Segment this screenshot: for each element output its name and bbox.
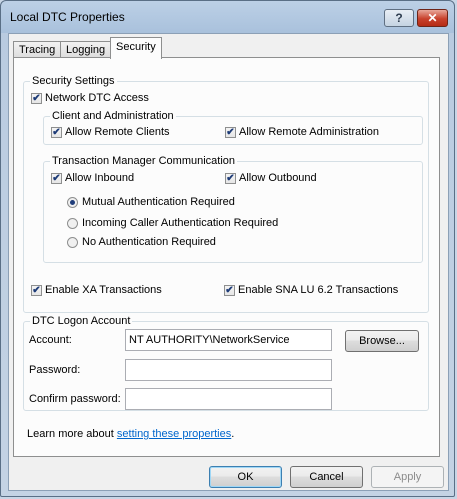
client-admin-legend: Client and Administration (50, 109, 176, 123)
apply-button[interactable]: Apply (371, 466, 444, 488)
account-label: Account: (29, 334, 72, 346)
checkbox-check-icon: ✔ (51, 172, 62, 184)
enable-sna-label: Enable SNA LU 6.2 Transactions (238, 284, 399, 296)
radio-unselected-icon (67, 236, 78, 248)
allow-inbound-checkbox[interactable]: ✔ Allow Inbound (51, 172, 134, 184)
dialog-client-area: Tracing Logging Security Security Settin… (8, 33, 449, 491)
account-input[interactable] (125, 329, 332, 351)
allow-remote-admin-label: Allow Remote Administration (239, 126, 380, 138)
learn-more-text: Learn more about setting these propertie… (27, 428, 234, 440)
checkbox-check-icon: ✔ (225, 172, 236, 184)
tab-logging[interactable]: Logging (60, 41, 112, 58)
learn-more-prefix: Learn more about (27, 428, 117, 440)
checkbox-check-icon: ✔ (51, 126, 62, 138)
password-input[interactable] (125, 359, 332, 381)
browse-button[interactable]: Browse... (345, 330, 419, 352)
learn-more-link[interactable]: setting these properties (117, 428, 231, 440)
allow-outbound-checkbox[interactable]: ✔ Allow Outbound (225, 172, 317, 184)
checkbox-check-icon: ✔ (31, 284, 42, 296)
confirm-password-label: Confirm password: (29, 393, 121, 405)
radio-selected-icon (67, 196, 78, 208)
logon-account-group: DTC Logon Account Account: Browse... Pas… (23, 314, 429, 411)
allow-inbound-label: Allow Inbound (65, 172, 135, 184)
client-admin-group: Client and Administration ✔ Allow Remote… (43, 109, 423, 145)
window-title: Local DTC Properties (10, 10, 125, 24)
allow-outbound-label: Allow Outbound (239, 172, 317, 184)
allow-remote-clients-label: Allow Remote Clients (65, 126, 170, 138)
radio-no-auth-label: No Authentication Required (82, 236, 216, 248)
cancel-button[interactable]: Cancel (290, 466, 363, 488)
network-dtc-access-label: Network DTC Access (45, 92, 149, 104)
checkbox-check-icon: ✔ (31, 92, 42, 104)
logon-account-legend: DTC Logon Account (30, 314, 133, 328)
title-bar[interactable]: Local DTC Properties ? ✕ (1, 1, 454, 31)
security-settings-group: Security Settings ✔ Network DTC Access C… (23, 74, 429, 313)
network-dtc-access-checkbox[interactable]: ✔ Network DTC Access (31, 92, 149, 104)
security-panel: Security Settings ✔ Network DTC Access C… (13, 57, 440, 457)
tab-security[interactable]: Security (110, 37, 162, 59)
tm-communication-group: Transaction Manager Communication ✔ Allo… (43, 154, 423, 263)
allow-remote-clients-checkbox[interactable]: ✔ Allow Remote Clients (51, 126, 170, 138)
learn-more-suffix: . (231, 428, 235, 440)
help-button[interactable]: ? (384, 9, 414, 27)
confirm-password-input[interactable] (125, 388, 332, 410)
security-settings-legend: Security Settings (30, 74, 117, 88)
dialog-window: Local DTC Properties ? ✕ Tracing Logging… (0, 0, 455, 497)
radio-incoming-caller-auth-label: Incoming Caller Authentication Required (82, 217, 279, 229)
tm-communication-legend: Transaction Manager Communication (50, 154, 238, 168)
ok-button[interactable]: OK (209, 466, 282, 488)
close-button[interactable]: ✕ (417, 9, 448, 27)
radio-mutual-auth[interactable]: Mutual Authentication Required (67, 196, 235, 208)
enable-xa-checkbox[interactable]: ✔ Enable XA Transactions (31, 284, 162, 296)
allow-remote-admin-checkbox[interactable]: ✔ Allow Remote Administration (225, 126, 379, 138)
radio-incoming-caller-auth[interactable]: Incoming Caller Authentication Required (67, 217, 278, 229)
radio-no-auth[interactable]: No Authentication Required (67, 236, 216, 248)
enable-sna-checkbox[interactable]: ✔ Enable SNA LU 6.2 Transactions (224, 284, 398, 296)
checkbox-check-icon: ✔ (224, 284, 235, 296)
password-label: Password: (29, 364, 81, 376)
checkbox-check-icon: ✔ (225, 126, 236, 138)
radio-unselected-icon (67, 217, 78, 229)
tab-tracing[interactable]: Tracing (13, 41, 62, 58)
enable-xa-label: Enable XA Transactions (45, 284, 162, 296)
radio-mutual-auth-label: Mutual Authentication Required (82, 196, 235, 208)
